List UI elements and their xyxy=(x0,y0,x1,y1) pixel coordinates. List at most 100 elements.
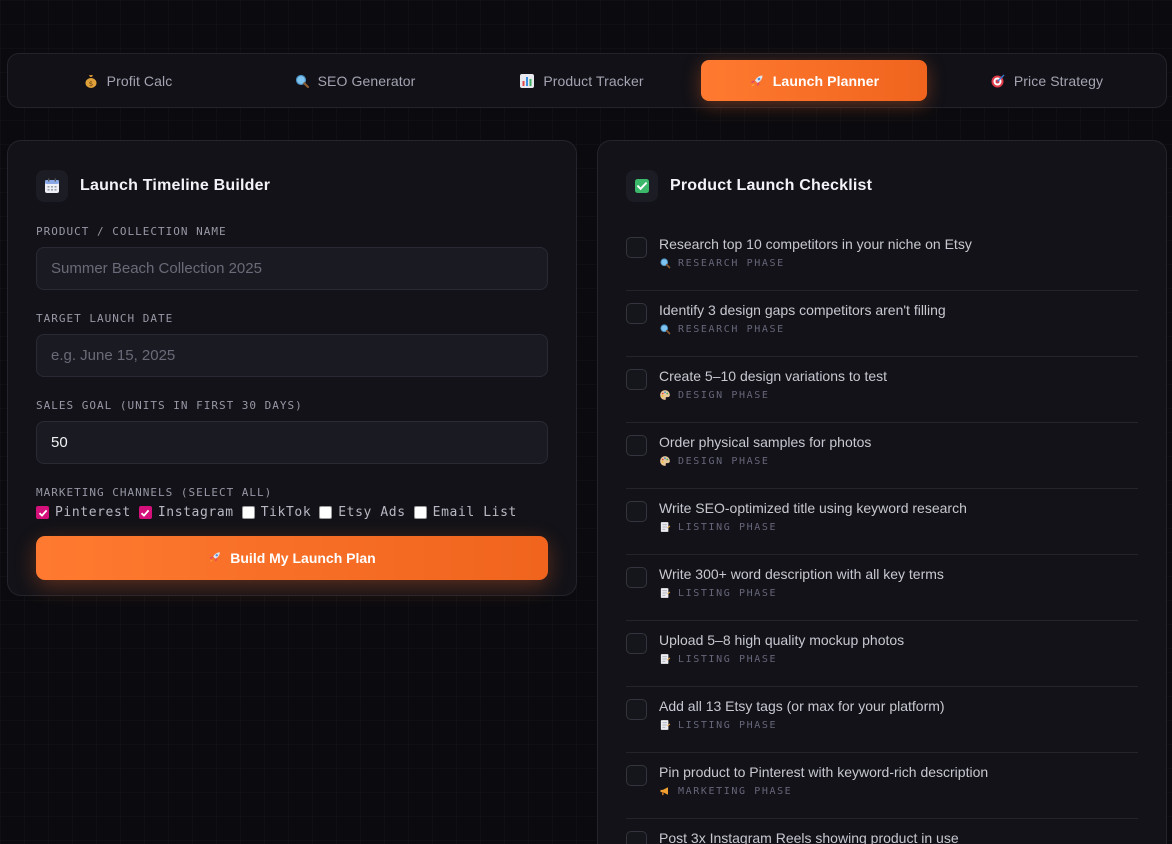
phase-tag: RESEARCH PHASE xyxy=(659,257,972,269)
checklist-checkbox[interactable] xyxy=(626,237,647,258)
task-label: Pin product to Pinterest with keyword-ri… xyxy=(659,764,989,780)
card-title: Launch Timeline Builder xyxy=(80,177,271,194)
checklist-item[interactable]: Post 3x Instagram Reels showing product … xyxy=(626,819,1138,844)
tab-price-strategy[interactable]: Price Strategy xyxy=(933,60,1160,101)
checklist-item-text: Research top 10 competitors in your nich… xyxy=(659,236,972,278)
task-label: Write 300+ word description with all key… xyxy=(659,566,944,582)
tab-label: Product Tracker xyxy=(543,72,644,89)
phase-label: LISTING PHASE xyxy=(678,521,778,533)
card-title: Product Launch Checklist xyxy=(670,177,873,194)
phase-label: LISTING PHASE xyxy=(678,587,778,599)
channel-label: Pinterest xyxy=(55,505,131,520)
checklist-checkbox[interactable] xyxy=(626,699,647,720)
phase-tag: LISTING PHASE xyxy=(659,587,944,599)
phase-label: LISTING PHASE xyxy=(678,719,778,731)
channel-instagram[interactable]: Instagram xyxy=(138,505,234,520)
checklist-item[interactable]: Write 300+ word description with all key… xyxy=(626,555,1138,621)
phase-tag: RESEARCH PHASE xyxy=(659,323,946,335)
channel-etsy-ads[interactable]: Etsy Ads xyxy=(319,505,405,520)
rocket-icon xyxy=(208,550,222,567)
checklist-item[interactable]: Create 5–10 design variations to test DES… xyxy=(626,357,1138,423)
checklist-checkbox[interactable] xyxy=(626,633,647,654)
build-button-label: Build My Launch Plan xyxy=(230,550,376,566)
megaphone-icon xyxy=(659,785,671,797)
phase-label: DESIGN PHASE xyxy=(678,389,770,401)
etsy-ads-checkbox[interactable] xyxy=(319,506,333,519)
task-label: Order physical samples for photos xyxy=(659,434,872,450)
product-name-input[interactable] xyxy=(51,260,533,277)
checklist-checkbox[interactable] xyxy=(626,303,647,324)
launch-date-label: TARGET LAUNCH DATE xyxy=(36,312,174,325)
checklist-item-text: Write SEO-optimized title using keyword … xyxy=(659,500,967,542)
tab-product-tracker[interactable]: Product Tracker xyxy=(468,60,695,101)
palette-icon xyxy=(659,389,671,401)
tab-label: Profit Calc xyxy=(106,72,173,89)
checklist-checkbox[interactable] xyxy=(626,765,647,786)
checklist: Research top 10 competitors in your nich… xyxy=(626,225,1138,844)
sales-goal-input[interactable] xyxy=(51,434,533,451)
task-label: Research top 10 competitors in your nich… xyxy=(659,236,972,252)
checklist-item-text: Post 3x Instagram Reels showing product … xyxy=(659,830,959,844)
channel-pinterest[interactable]: Pinterest xyxy=(36,505,131,520)
phase-label: DESIGN PHASE xyxy=(678,455,770,467)
phase-tag: LISTING PHASE xyxy=(659,653,904,665)
tab-label: Launch Planner xyxy=(772,72,880,89)
tab-launch-planner[interactable]: Launch Planner xyxy=(701,60,927,101)
checklist-item[interactable]: Write SEO-optimized title using keyword … xyxy=(626,489,1138,555)
channel-label: Email List xyxy=(432,505,517,520)
checklist-checkbox[interactable] xyxy=(626,369,647,390)
checklist-item[interactable]: Identify 3 design gaps competitors aren'… xyxy=(626,291,1138,357)
tab-bar: $ Profit Calc SEO Generator Product Trac… xyxy=(7,53,1167,108)
card-header: Product Launch Checklist xyxy=(626,169,1138,203)
channel-email-list[interactable]: Email List xyxy=(413,505,517,520)
task-label: Upload 5–8 high quality mockup photos xyxy=(659,632,905,648)
product-launch-checklist-card: Product Launch Checklist Research top 10… xyxy=(597,140,1167,844)
checklist-item-text: Create 5–10 design variations to test DES… xyxy=(659,368,887,410)
phase-label: LISTING PHASE xyxy=(678,653,778,665)
build-launch-plan-button[interactable]: Build My Launch Plan xyxy=(36,536,548,580)
checklist-item[interactable]: Research top 10 competitors in your nich… xyxy=(626,225,1138,291)
task-label: Post 3x Instagram Reels showing product … xyxy=(659,830,959,844)
channel-tiktok[interactable]: TikTok xyxy=(241,505,312,520)
rocket-icon xyxy=(749,73,765,89)
tab-profit-calc[interactable]: $ Profit Calc xyxy=(14,60,241,101)
palette-icon xyxy=(659,455,671,467)
svg-text:$: $ xyxy=(88,80,93,88)
phase-tag: MARKETING PHASE xyxy=(659,785,988,797)
phase-tag: DESIGN PHASE xyxy=(659,389,887,401)
phase-tag: DESIGN PHASE xyxy=(659,455,871,467)
checklist-item-text: Upload 5–8 high quality mockup photos LIS… xyxy=(659,632,904,674)
calendar-icon xyxy=(36,170,68,202)
task-label: Identify 3 design gaps competitors aren'… xyxy=(659,302,946,318)
marketing-channels-label: MARKETING CHANNELS (SELECT ALL) xyxy=(36,486,273,499)
checklist-checkbox[interactable] xyxy=(626,567,647,588)
product-name-field-wrap xyxy=(36,247,548,290)
bar-chart-icon xyxy=(519,73,535,89)
pinterest-checkbox[interactable] xyxy=(36,506,49,519)
checklist-item[interactable]: Order physical samples for photos DESIGN … xyxy=(626,423,1138,489)
channel-label: Etsy Ads xyxy=(338,505,406,520)
checklist-item-text: Order physical samples for photos DESIGN … xyxy=(659,434,871,476)
launch-timeline-builder-card: Launch Timeline Builder PRODUCT / COLLEC… xyxy=(7,140,577,596)
launch-date-input[interactable] xyxy=(51,347,533,364)
phase-tag: LISTING PHASE xyxy=(659,719,945,731)
checklist-checkbox[interactable] xyxy=(626,435,647,456)
task-label: Create 5–10 design variations to test xyxy=(659,368,888,384)
task-label: Write SEO-optimized title using keyword … xyxy=(659,500,967,516)
memo-icon xyxy=(659,653,671,665)
tab-label: Price Strategy xyxy=(1013,72,1104,89)
phase-label: RESEARCH PHASE xyxy=(678,323,785,335)
checklist-item-text: Pin product to Pinterest with keyword-ri… xyxy=(659,764,988,806)
checklist-checkbox[interactable] xyxy=(626,501,647,522)
tab-seo-generator[interactable]: SEO Generator xyxy=(241,60,468,101)
checklist-item[interactable]: Upload 5–8 high quality mockup photos LIS… xyxy=(626,621,1138,687)
checklist-item[interactable]: Add all 13 Etsy tags (or max for your pl… xyxy=(626,687,1138,753)
checklist-item-text: Write 300+ word description with all key… xyxy=(659,566,944,608)
checklist-item[interactable]: Pin product to Pinterest with keyword-ri… xyxy=(626,753,1138,819)
instagram-checkbox[interactable] xyxy=(138,506,152,519)
phase-label: RESEARCH PHASE xyxy=(678,257,785,269)
tiktok-checkbox[interactable] xyxy=(241,506,255,519)
email-list-checkbox[interactable] xyxy=(413,506,427,519)
checklist-checkbox[interactable] xyxy=(626,831,647,844)
target-icon xyxy=(990,73,1006,89)
